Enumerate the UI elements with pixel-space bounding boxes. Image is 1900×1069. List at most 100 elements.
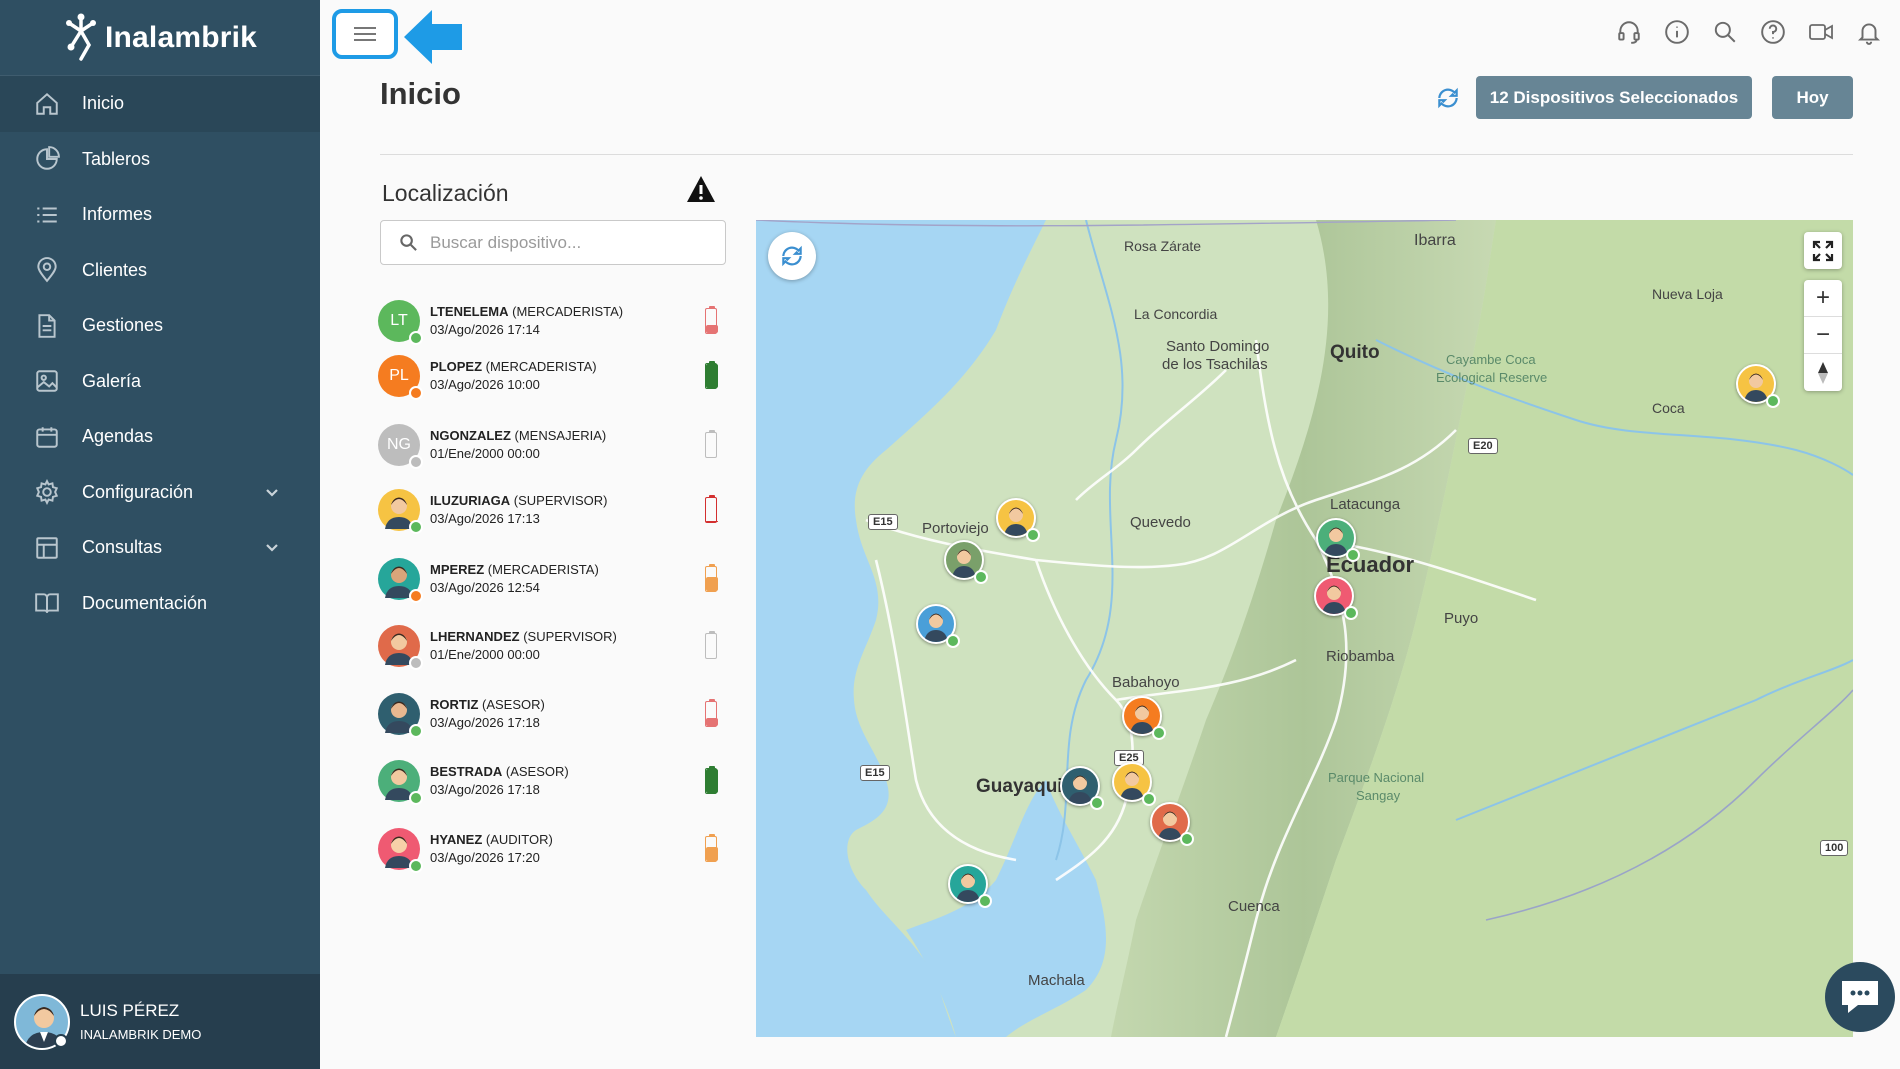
bell-icon[interactable] (1856, 19, 1882, 45)
status-indicator (409, 520, 423, 534)
device-timestamp: 03/Ago/2026 10:00 (430, 377, 540, 392)
sidebar-item-galeria[interactable]: Galería (0, 354, 320, 410)
warning-icon[interactable] (686, 175, 716, 203)
device-info: RORTIZ (ASESOR) 03/Ago/2026 17:18 (430, 696, 545, 732)
sidebar-item-agendas[interactable]: Agendas (0, 409, 320, 465)
list-icon (37, 207, 57, 223)
compass-button[interactable] (1804, 354, 1842, 391)
chat-icon (1842, 981, 1878, 1013)
today-button[interactable]: Hoy (1772, 76, 1853, 119)
status-indicator (1344, 606, 1358, 620)
device-info: ILUZURIAGA (SUPERVISOR) 03/Ago/2026 17:13 (430, 492, 607, 528)
road-shield: E15 (860, 765, 890, 781)
sidebar-item-documentacion[interactable]: Documentación (0, 576, 320, 632)
device-list-item[interactable]: PL PLOPEZ (MERCADERISTA) 03/Ago/2026 10:00 (378, 348, 728, 404)
battery-icon (705, 361, 718, 389)
sidebar-item-clientes[interactable]: Clientes (0, 243, 320, 299)
sidebar-item-label: Gestiones (82, 315, 164, 336)
device-list-item[interactable]: NG NGONZALEZ (MENSAJERIA) 01/Ene/2000 00:0… (378, 417, 728, 473)
device-list-item[interactable]: RORTIZ (ASESOR) 03/Ago/2026 17:18 (378, 686, 728, 742)
arrow-left-icon (404, 10, 462, 64)
battery-icon (705, 306, 718, 334)
device-name: BESTRADA (430, 764, 503, 779)
map-refresh-button[interactable] (768, 232, 816, 280)
device-timestamp: 03/Ago/2026 12:54 (430, 580, 540, 595)
status-indicator (1152, 726, 1166, 740)
map-label: Sangay (1356, 788, 1401, 803)
hamburger-icon (354, 23, 376, 45)
sidebar-item-informes[interactable]: Informes (0, 187, 320, 243)
fullscreen-button[interactable] (1804, 232, 1842, 269)
device-name: NGONZALEZ (430, 428, 511, 443)
device-list-item[interactable]: ILUZURIAGA (SUPERVISOR) 03/Ago/2026 17:13 (378, 482, 728, 538)
user-profile[interactable]: LUIS PÉREZ INALAMBRIK DEMO (0, 974, 320, 1069)
status-indicator (1766, 394, 1780, 408)
device-role: (MERCADERISTA) (512, 304, 624, 319)
device-info: LHERNANDEZ (SUPERVISOR) 01/Ene/2000 00:00 (430, 628, 617, 664)
device-timestamp: 03/Ago/2026 17:14 (430, 322, 540, 337)
map-label: Parque Nacional (1328, 770, 1425, 785)
menu-toggle-button[interactable] (332, 9, 398, 59)
device-role: (MERCADERISTA) (487, 562, 599, 577)
map-label: Rosa Zárate (1124, 238, 1202, 254)
brand[interactable]: Inalambrik (0, 0, 320, 76)
road-shield: E15 (868, 514, 898, 530)
device-name: PLOPEZ (430, 359, 483, 374)
map-label: Nueva Loja (1652, 286, 1723, 302)
video-camera-icon[interactable] (1808, 19, 1834, 45)
avatar: PL (378, 355, 423, 400)
avatar: NG (378, 424, 423, 469)
sidebar-item-consultas[interactable]: Consultas (0, 520, 320, 576)
map-label: Machala (1028, 972, 1085, 989)
device-search-input[interactable] (430, 232, 710, 253)
sidebar-item-label: Informes (82, 204, 153, 225)
search-icon[interactable] (1712, 19, 1738, 45)
avatar (378, 760, 423, 805)
device-timestamp: 03/Ago/2026 17:18 (430, 782, 540, 797)
device-role: (ASESOR) (505, 764, 569, 779)
avatar-initials: NG (387, 436, 411, 453)
chat-button[interactable] (1825, 962, 1895, 1032)
logo-icon (65, 13, 96, 61)
zoom-out-button[interactable]: − (1804, 317, 1842, 354)
device-search-box[interactable] (380, 220, 726, 265)
device-list-item[interactable]: LT LTENELEMA (MERCADERISTA) 03/Ago/2026 17… (378, 293, 728, 349)
zoom-in-button[interactable]: + (1804, 280, 1842, 317)
page-title: Inicio (380, 76, 461, 111)
device-list-item[interactable]: BESTRADA (ASESOR) 03/Ago/2026 17:18 (378, 753, 728, 809)
book-icon (35, 593, 59, 614)
avatar: LT (378, 300, 423, 345)
device-timestamp: 01/Ene/2000 00:00 (430, 446, 540, 461)
avatar (378, 693, 423, 738)
sidebar-item-configuracion[interactable]: Configuración (0, 465, 320, 521)
avatar-initials: LT (390, 312, 408, 329)
device-list-item[interactable]: HYANEZ (AUDITOR) 03/Ago/2026 17:20 (378, 821, 728, 877)
device-list-item[interactable]: LHERNANDEZ (SUPERVISOR) 01/Ene/2000 00:00 (378, 618, 728, 674)
sidebar-item-gestiones[interactable]: Gestiones (0, 298, 320, 354)
sidebar-item-label: Clientes (82, 259, 148, 280)
refresh-icon[interactable] (1435, 85, 1461, 111)
status-indicator (409, 455, 423, 469)
device-timestamp: 03/Ago/2026 17:13 (430, 511, 540, 526)
sidebar-item-label: Configuración (82, 481, 194, 502)
help-icon[interactable] (1760, 19, 1786, 45)
device-list-item[interactable]: MPEREZ (MERCADERISTA) 03/Ago/2026 12:54 (378, 551, 728, 607)
device-name: MPEREZ (430, 562, 485, 577)
sidebar-item-inicio[interactable]: Inicio (0, 76, 320, 132)
road-shield: E20 (1468, 438, 1498, 454)
status-indicator (1180, 832, 1194, 846)
status-indicator (1142, 792, 1156, 806)
support-headset-icon[interactable] (1616, 19, 1642, 45)
selected-devices-button[interactable]: 12 Dispositivos Seleccionados (1476, 76, 1752, 119)
map[interactable]: + − Rosa Zárate Ibarra La Concordia Sant… (756, 220, 1853, 1037)
chevron-down-icon (266, 544, 278, 552)
battery-icon (705, 766, 718, 794)
status-indicator (1090, 796, 1104, 810)
info-icon[interactable] (1664, 19, 1690, 45)
sidebar-item-label: Tableros (82, 148, 151, 169)
calendar-icon (36, 427, 58, 448)
sidebar-item-tableros[interactable]: Tableros (0, 132, 320, 188)
device-role: (MENSAJERIA) (514, 428, 607, 443)
status-indicator (1026, 528, 1040, 542)
map-label: Latacunga (1330, 496, 1401, 513)
